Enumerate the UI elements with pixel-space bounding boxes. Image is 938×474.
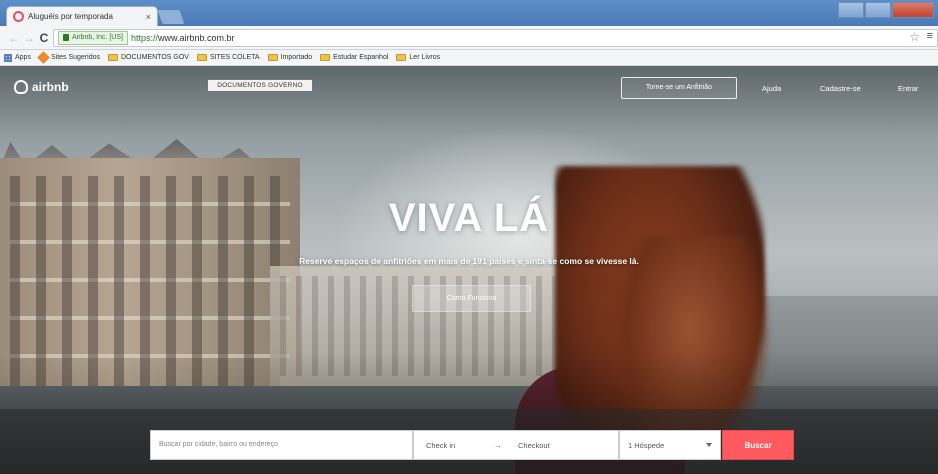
checkout-field[interactable]: Checkout [518, 441, 550, 450]
how-it-works-button[interactable]: Como Funciona [412, 285, 531, 312]
hero-subhead: Reserve espaços de anfitriões em mais de… [299, 256, 639, 266]
window-controls [837, 2, 934, 18]
bookmark-label: DOCUMENTOS GOV [121, 54, 189, 61]
lock-icon [63, 34, 69, 41]
bookmark-importado[interactable]: Importado [267, 54, 313, 61]
browser-tab[interactable]: Aluguéis por temporada × [6, 6, 158, 26]
guests-value: 1 Hóspede [628, 440, 665, 450]
minimize-button[interactable] [838, 2, 864, 18]
bookmark-documentos-gov[interactable]: DOCUMENTOS GOV [108, 54, 189, 61]
url-host: www.airbnb.com.br [157, 32, 235, 43]
chrome-menu-icon[interactable]: ≡ [927, 30, 933, 42]
reload-icon[interactable]: C [38, 31, 50, 45]
arrow-right-icon: → [494, 440, 502, 450]
tab-close-icon[interactable]: × [146, 12, 151, 22]
folder-icon [267, 54, 278, 61]
address-bar[interactable]: Airbnb, Inc. [US] https:// www.airbnb.co… [53, 28, 938, 47]
url-scheme: https:// [130, 32, 158, 43]
bookmark-sites-coleta[interactable]: SITES COLETA [196, 54, 260, 61]
chevron-down-icon [706, 443, 712, 447]
bookmarks-bar: Apps Sites Sugeridos DOCUMENTOS GOV SITE… [0, 50, 938, 66]
maximize-button[interactable] [865, 2, 891, 18]
bookmark-label: SITES COLETA [209, 54, 260, 61]
guests-select[interactable]: 1 Hóspede [619, 430, 721, 460]
login-link[interactable]: Entrar [898, 84, 918, 93]
folder-icon [396, 54, 407, 61]
browser-titlebar: Aluguéis por temporada × [0, 0, 938, 26]
bookmark-star-icon[interactable]: ☆ [909, 30, 920, 44]
airbnb-belo-icon [14, 80, 28, 94]
folder-icon [196, 54, 207, 61]
new-tab-button[interactable] [157, 10, 185, 24]
secure-badge[interactable]: Airbnb, Inc. [US] [58, 30, 128, 45]
airbnb-favicon-icon [13, 11, 24, 22]
bookmark-apps[interactable]: Apps [4, 53, 31, 62]
bookmark-label: Estudar Espanhol [333, 54, 389, 61]
secure-label: Airbnb, Inc. [US] [72, 34, 123, 41]
gov-documents-tag: DOCUMENTOS GOVERNO [207, 79, 313, 92]
folder-icon [320, 54, 331, 61]
bookmark-ler-livros[interactable]: Ler Livros [396, 54, 440, 61]
close-window-button[interactable] [892, 2, 934, 18]
search-button[interactable]: Buscar [722, 430, 794, 460]
checkin-field[interactable]: Check in [414, 441, 494, 450]
help-link[interactable]: Ajuda [762, 84, 781, 93]
bookmark-label: Importado [280, 54, 313, 61]
bookmark-label: Apps [15, 54, 31, 61]
become-host-button[interactable]: Torne-se um Anfitrião [621, 77, 737, 99]
apps-grid-icon [4, 53, 12, 62]
forward-arrow-icon[interactable]: → [23, 31, 35, 45]
folder-icon [108, 54, 118, 61]
logo-text: airbnb [32, 80, 69, 94]
tab-title: Aluguéis por temporada [28, 12, 113, 21]
signup-link[interactable]: Cadastre-se [820, 84, 861, 93]
date-range-field[interactable]: Check in → Checkout [413, 430, 619, 460]
location-search-input[interactable]: Buscar por cidade, bairro ou endereço [150, 430, 413, 460]
bookmark-estudar-espanhol[interactable]: Estudar Espanhol [320, 54, 388, 61]
bookmark-favicon [37, 51, 50, 64]
bookmark-sites-sugeridos[interactable]: Sites Sugeridos [37, 51, 100, 64]
bookmark-label: Ler Livros [409, 54, 441, 61]
bookmark-label: Sites Sugeridos [50, 54, 100, 61]
back-arrow-icon[interactable]: ← [8, 31, 20, 45]
airbnb-logo[interactable]: airbnb [14, 80, 69, 94]
browser-toolbar: ← → C Airbnb, Inc. [US] https:// www.air… [0, 26, 938, 50]
hero-headline: VIVA LÁ [388, 196, 550, 240]
